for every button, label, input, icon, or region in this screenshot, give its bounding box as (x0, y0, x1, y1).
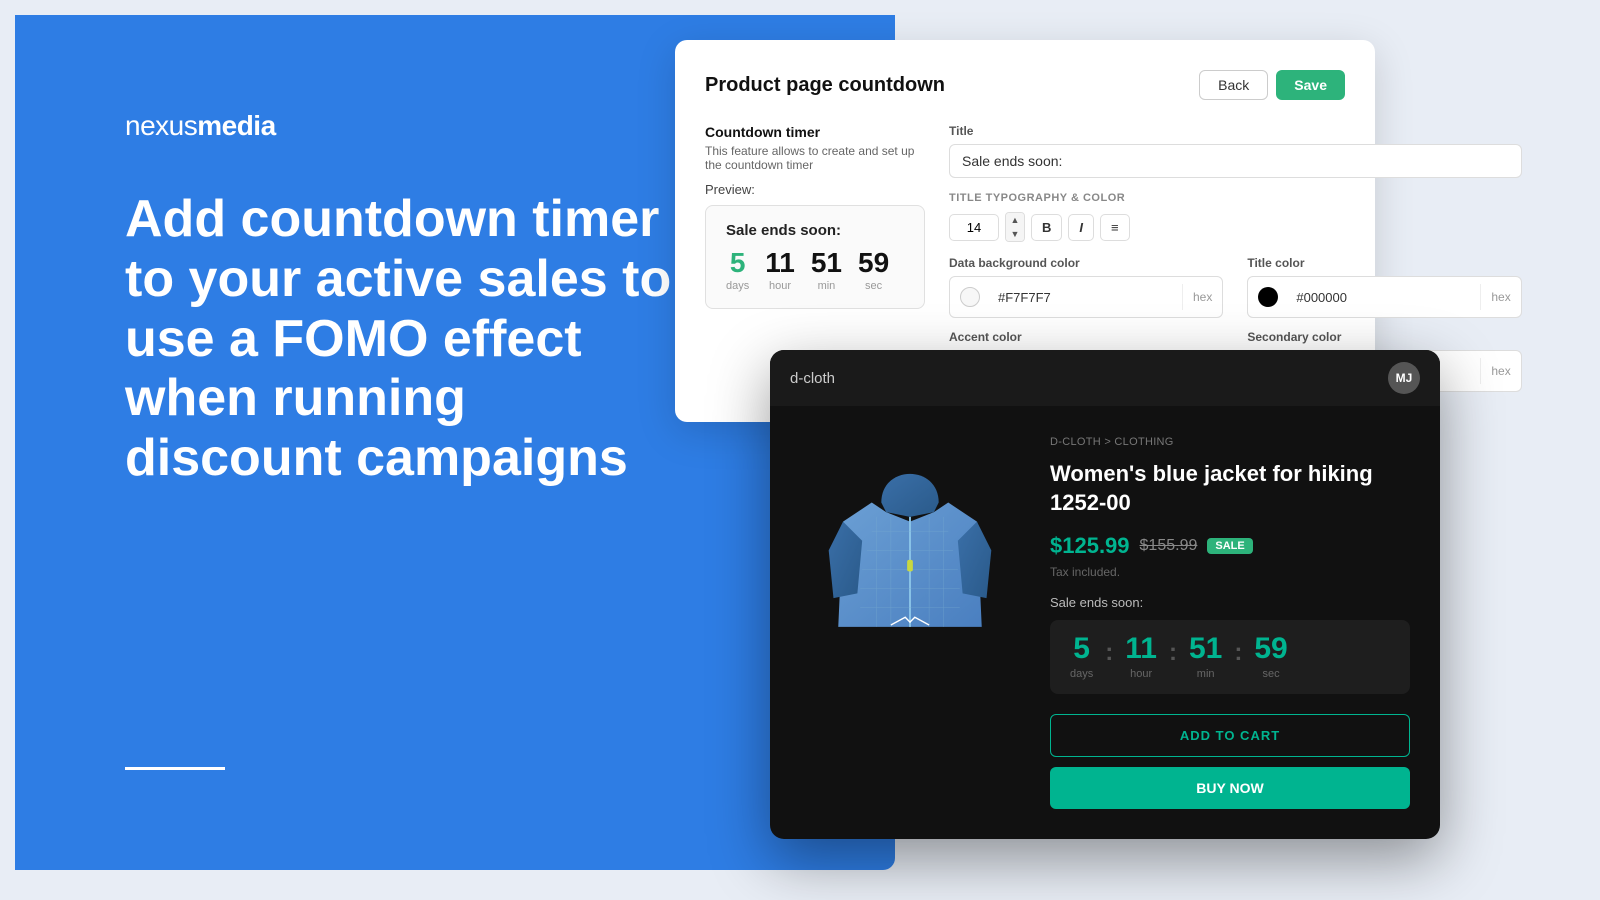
timer-days-label: days (726, 280, 749, 292)
countdown-desc: This feature allows to create and set up… (705, 144, 925, 172)
timer-days-value: 5 (730, 249, 746, 277)
data-bg-swatch-circle (960, 287, 980, 307)
dark-timer-days: 5 days (1070, 634, 1093, 680)
data-bg-color-input[interactable] (990, 284, 1182, 311)
product-content: D-CLOTH > CLOTHING Women's blue jacket f… (770, 406, 1440, 839)
dark-sec-label: sec (1262, 668, 1279, 680)
timer-unit-min: 51 min (811, 249, 842, 292)
timer-min-label: min (818, 280, 836, 292)
italic-button[interactable]: I (1068, 214, 1094, 241)
color-row-pair-1: Data background color hex Title color (949, 256, 1522, 318)
timer-hours-value: 11 (765, 249, 795, 277)
dark-timer-sec: 59 sec (1254, 634, 1287, 680)
store-name: d-cloth (790, 370, 835, 387)
title-color-input[interactable] (1288, 284, 1480, 311)
data-bg-color-label: Data background color (949, 256, 1223, 270)
dark-sec-value: 59 (1254, 634, 1287, 664)
timer-hours-label: hour (769, 280, 791, 292)
countdown-section-label: Countdown timer (705, 124, 925, 140)
colon-3: : (1234, 639, 1242, 675)
title-color-input-row: hex (1247, 276, 1521, 318)
timer-min-value: 51 (811, 249, 842, 277)
preview-timer: 5 days 11 hour 51 min 59 (726, 249, 904, 292)
timer-sec-value: 59 (858, 249, 889, 277)
timer-unit-hours: 11 hour (765, 249, 795, 292)
product-name: Women's blue jacket for hiking 1252-00 (1050, 460, 1410, 517)
data-bg-hex-label: hex (1182, 284, 1222, 310)
title-field-label: Title (949, 124, 1522, 138)
price-original: $155.99 (1140, 537, 1198, 555)
dark-min-value: 51 (1189, 634, 1222, 664)
colon-2: : (1169, 639, 1177, 675)
typography-section: TITLE TYPOGRAPHY & COLOR ▲ ▼ B I ≡ (949, 192, 1522, 242)
secondary-color-label: Secondary color (1247, 330, 1521, 344)
add-to-cart-button[interactable]: ADD TO CART (1050, 714, 1410, 757)
typography-label: TITLE TYPOGRAPHY & COLOR (949, 192, 1522, 204)
dark-days-label: days (1070, 668, 1093, 680)
product-info: D-CLOTH > CLOTHING Women's blue jacket f… (1050, 406, 1410, 809)
data-bg-color-input-row: hex (949, 276, 1223, 318)
dark-min-label: min (1197, 668, 1215, 680)
preview-label: Preview: (705, 182, 925, 197)
preview-sale-text: Sale ends soon: (726, 222, 904, 239)
dark-timer-min: 51 min (1189, 634, 1222, 680)
admin-panel-header: Product page countdown Back Save (705, 70, 1345, 100)
timer-unit-sec: 59 sec (858, 249, 889, 292)
preview-box: Sale ends soon: 5 days 11 hour 51 min (705, 205, 925, 309)
brand-logo: nexusmedia (125, 110, 276, 142)
dark-days-value: 5 (1073, 634, 1090, 664)
back-button[interactable]: Back (1199, 70, 1268, 100)
font-size-up[interactable]: ▲ (1006, 213, 1024, 227)
align-button[interactable]: ≡ (1100, 214, 1130, 241)
title-color-field: Title color hex (1247, 256, 1521, 318)
font-size-stepper[interactable]: ▲ ▼ (1005, 212, 1025, 242)
bold-button[interactable]: B (1031, 214, 1062, 241)
colon-1: : (1105, 639, 1113, 675)
title-color-label: Title color (1247, 256, 1521, 270)
divider-line (125, 767, 225, 770)
breadcrumb-nav: D-CLOTH > CLOTHING (1050, 436, 1410, 448)
hero-text: Add countdown timer to your active sales… (125, 190, 685, 489)
price-row: $125.99 $155.99 SALE (1050, 533, 1410, 559)
user-avatar: MJ (1388, 362, 1420, 394)
title-hex-label: hex (1480, 284, 1520, 310)
color-row-1: Data background color hex Title color (949, 256, 1522, 318)
accent-color-label: Accent color (949, 330, 1223, 344)
typography-controls: ▲ ▼ B I ≡ (949, 212, 1522, 242)
jacket-image (820, 426, 1000, 646)
buy-now-button[interactable]: BUY NOW (1050, 767, 1410, 809)
secondary-hex-label: hex (1480, 358, 1520, 384)
title-swatch-circle (1258, 287, 1278, 307)
dark-hours-value: 11 (1125, 634, 1157, 664)
product-panel: d-cloth MJ (770, 350, 1440, 839)
price-current: $125.99 (1050, 533, 1130, 559)
admin-panel-title: Product page countdown (705, 74, 945, 97)
dark-hours-label: hour (1130, 668, 1152, 680)
product-image-area (800, 406, 1020, 666)
data-bg-color-swatch (954, 281, 986, 313)
main-layout: nexusmedia Add countdown timer to your a… (0, 0, 1600, 900)
dark-timer-hours: 11 hour (1125, 634, 1157, 680)
dark-timer: 5 days : 11 hour : 51 min : 59 (1050, 620, 1410, 694)
font-size-input[interactable] (949, 214, 999, 241)
sale-badge: SALE (1207, 538, 1252, 554)
font-size-down[interactable]: ▼ (1006, 227, 1024, 241)
tax-info: Tax included. (1050, 565, 1410, 579)
title-input[interactable] (949, 144, 1522, 178)
timer-unit-days: 5 days (726, 249, 749, 292)
save-button[interactable]: Save (1276, 70, 1345, 100)
timer-sec-label: sec (865, 280, 882, 292)
title-color-swatch (1252, 281, 1284, 313)
product-panel-header: d-cloth MJ (770, 350, 1440, 406)
sale-ends-label: Sale ends soon: (1050, 595, 1410, 610)
header-buttons: Back Save (1199, 70, 1345, 100)
data-bg-color-field: Data background color hex (949, 256, 1223, 318)
